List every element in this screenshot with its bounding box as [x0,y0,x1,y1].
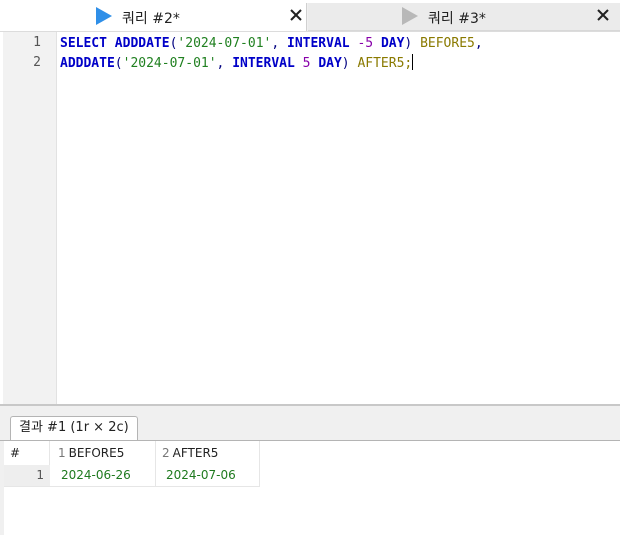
code-token: DAY [318,56,342,71]
code-token: '2024-07-01' [177,36,272,51]
close-icon[interactable] [595,7,611,23]
query-tab-bar: 쿼리 #2* 쿼리 #3* [0,0,620,32]
sql-editor[interactable]: 1 2 SELECT ADDDATE('2024-07-01', INTERVA… [0,32,620,404]
line-number-gutter: 1 2 [3,32,57,404]
code-token: '2024-07-01' [122,56,217,71]
tab-label: 쿼리 #2* [122,11,180,27]
cell-after5[interactable]: 2024-07-06 [156,465,260,486]
code-token: -5 [357,36,374,51]
column-name: AFTER5 [172,446,219,460]
column-name: BEFORE5 [68,446,125,460]
line-number: 1 [33,35,41,50]
code-token: ) [341,56,358,71]
column-name: # [10,446,21,460]
code-line[interactable]: SELECT ADDDATE('2024-07-01', INTERVAL -5… [60,34,483,54]
result-grid[interactable]: # 1 BEFORE5 2 AFTER5 1 2024-06-26 2024-07-… [4,441,620,535]
row-number: 1 [4,465,50,486]
grid-header: # 1 BEFORE5 2 AFTER5 [4,441,260,465]
code-token: BEFORE5 [420,36,475,51]
code-token: ( [114,56,123,71]
code-area[interactable]: SELECT ADDDATE('2024-07-01', INTERVAL -5… [60,32,483,112]
column-header-rownum[interactable]: # [4,441,50,465]
tab-label: 쿼리 #3* [428,11,486,27]
play-icon[interactable] [401,7,419,25]
code-line[interactable]: ADDDATE('2024-07-01', INTERVAL 5 DAY) AF… [60,54,414,74]
column-index: 2 [162,446,170,460]
code-token: , [216,56,233,71]
code-token: INTERVAL [287,36,350,51]
code-token: , [474,36,483,51]
column-header-after5[interactable]: 2 AFTER5 [156,441,260,465]
code-token: ) [404,36,421,51]
cell-before5[interactable]: 2024-06-26 [50,465,156,486]
code-token: ; [404,56,413,71]
close-icon[interactable] [288,7,304,23]
line-number: 2 [33,55,41,70]
column-index: 1 [58,446,66,460]
code-token: INTERVAL [232,56,295,71]
code-token: AFTER5 [357,56,405,71]
text-caret [412,54,414,70]
code-token: ADDDATE [114,36,170,51]
query-editor-window: 쿼리 #2* 쿼리 #3* 1 2 SELECT ADDDATE('2024-0… [0,0,620,535]
table-row[interactable]: 1 2024-06-26 2024-07-06 [4,465,260,487]
code-token: ADDDATE [60,56,115,71]
result-tab[interactable]: 결과 #1 (1r × 2c) [10,416,138,440]
code-token: SELECT [60,36,107,51]
column-header-before5[interactable]: 1 BEFORE5 [50,441,156,465]
tab-query-2[interactable]: 쿼리 #2* [0,3,307,31]
code-token: DAY [380,36,405,51]
play-icon[interactable] [95,7,113,25]
results-panel: 결과 #1 (1r × 2c) # 1 BEFORE5 2 AFTER5 1 202… [0,406,620,535]
code-token: , [271,36,287,51]
tab-query-3[interactable]: 쿼리 #3* [308,3,620,31]
